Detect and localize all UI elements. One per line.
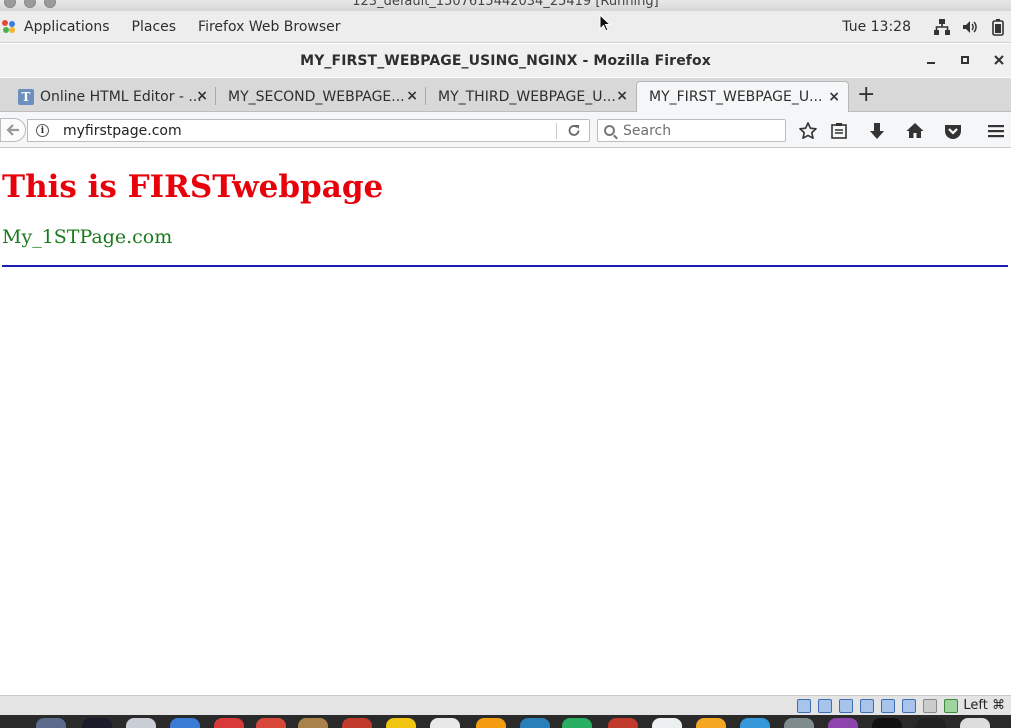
capture-icon[interactable] xyxy=(923,699,937,713)
tab-label: MY_SECOND_WEBPAGE... xyxy=(228,88,405,105)
tab-label: Online HTML Editor - ... xyxy=(40,88,202,105)
shared-folders-icon[interactable] xyxy=(902,699,916,713)
dock-app-icon[interactable] xyxy=(342,718,372,728)
site-info-icon[interactable]: i xyxy=(36,124,49,137)
reading-list-icon[interactable] xyxy=(829,121,849,141)
tab-close-icon[interactable]: × xyxy=(406,88,418,104)
url-text[interactable]: myfirstpage.com xyxy=(63,123,182,139)
new-tab-button[interactable]: + xyxy=(857,83,875,107)
tab-close-icon[interactable]: × xyxy=(616,88,628,104)
dock-app-icon[interactable] xyxy=(652,718,682,728)
search-icon xyxy=(604,125,615,136)
gnome-top-panel: Applications Places Firefox Web Browser … xyxy=(0,11,1011,43)
close-window-button[interactable] xyxy=(991,52,1007,68)
search-input[interactable] xyxy=(623,122,773,139)
host-window-title: 123_default_1507615442034_25419 [Running… xyxy=(352,0,659,9)
tab-close-icon[interactable]: × xyxy=(196,88,208,104)
mouse-cursor-icon xyxy=(599,14,611,32)
places-menu[interactable]: Places xyxy=(121,11,188,42)
host-key-label: Left ⌘ xyxy=(963,698,1005,713)
home-icon[interactable] xyxy=(905,121,925,141)
dock-app-icon[interactable] xyxy=(36,718,66,728)
dock-app-icon[interactable] xyxy=(872,718,902,728)
dock-app-icon[interactable] xyxy=(82,718,112,728)
url-bar[interactable]: i myfirstpage.com xyxy=(27,119,590,142)
dock-app-icon[interactable] xyxy=(476,718,506,728)
clock[interactable]: Tue 13:28 xyxy=(842,19,911,35)
hard-disk-icon[interactable] xyxy=(797,699,811,713)
vbox-device-icons xyxy=(797,699,965,713)
dock-app-icon[interactable] xyxy=(828,718,858,728)
audio-icon[interactable] xyxy=(839,699,853,713)
applications-label: Applications xyxy=(24,18,110,35)
dock-app-icon[interactable] xyxy=(170,718,200,728)
volume-icon[interactable] xyxy=(961,18,979,36)
tab-strip: T Online HTML Editor - ... × MY_SECOND_W… xyxy=(0,78,1011,112)
dock-app-icon[interactable] xyxy=(298,718,328,728)
tab-label: MY_THIRD_WEBPAGE_U... xyxy=(438,88,616,105)
bookmark-star-icon[interactable] xyxy=(798,121,818,141)
tab-favicon: T xyxy=(18,88,34,105)
tab-close-icon[interactable]: × xyxy=(828,89,840,105)
search-bar[interactable] xyxy=(597,119,786,142)
page-subheading: My_1STPage.com xyxy=(2,226,173,248)
firefox-titlebar: MY_FIRST_WEBPAGE_USING_NGINX - Mozilla F… xyxy=(0,44,1011,77)
downloads-icon[interactable] xyxy=(867,121,887,141)
dock-app-icon[interactable] xyxy=(740,718,770,728)
dock-app-icon[interactable] xyxy=(256,718,286,728)
navigation-toolbar: i myfirstpage.com xyxy=(0,112,1011,148)
vbox-status-bar: Left ⌘ xyxy=(0,695,1011,715)
dock-app-icon[interactable] xyxy=(520,718,550,728)
tab-second-webpage[interactable]: MY_SECOND_WEBPAGE... × xyxy=(216,81,426,112)
tab-third-webpage[interactable]: MY_THIRD_WEBPAGE_U... × xyxy=(426,81,636,112)
page-content: This is FIRSTwebpage My_1STPage.com xyxy=(0,149,1011,695)
minimize-button[interactable] xyxy=(923,52,939,68)
applications-icon xyxy=(2,19,16,34)
urlbar-divider xyxy=(556,123,557,139)
tab-label: MY_FIRST_WEBPAGE_U... xyxy=(649,89,823,105)
dock-app-icon[interactable] xyxy=(916,718,946,728)
applications-menu[interactable]: Applications xyxy=(0,11,121,42)
optical-drive-icon[interactable] xyxy=(818,699,832,713)
usb-icon[interactable] xyxy=(881,699,895,713)
network-icon[interactable] xyxy=(933,18,951,36)
window-title: MY_FIRST_WEBPAGE_USING_NGINX - Mozilla F… xyxy=(300,52,711,69)
back-arrow-icon xyxy=(6,124,19,136)
dock-app-icon[interactable] xyxy=(214,718,244,728)
pocket-icon[interactable] xyxy=(943,121,963,141)
mouse-integration-icon[interactable] xyxy=(944,699,958,713)
dock-app-icon[interactable] xyxy=(696,718,726,728)
hamburger-menu-icon[interactable] xyxy=(986,121,1006,141)
host-window-titlebar: 123_default_1507615442034_25419 [Running… xyxy=(0,0,1011,11)
dock-app-icon[interactable] xyxy=(784,718,814,728)
dock-app-icon[interactable] xyxy=(608,718,638,728)
back-button[interactable] xyxy=(0,118,26,142)
tab-online-html-editor[interactable]: T Online HTML Editor - ... × xyxy=(6,81,216,112)
dock-app-icon[interactable] xyxy=(430,718,460,728)
maximize-button[interactable] xyxy=(957,52,973,68)
network-adapter-icon[interactable] xyxy=(860,699,874,713)
dock-app-icon[interactable] xyxy=(562,718,592,728)
dock-app-icon[interactable] xyxy=(386,718,416,728)
active-app-menu[interactable]: Firefox Web Browser xyxy=(187,11,352,42)
tab-first-webpage-active[interactable]: MY_FIRST_WEBPAGE_U... × xyxy=(636,81,849,112)
horizontal-rule xyxy=(2,265,1008,267)
dock-app-icon[interactable] xyxy=(126,718,156,728)
host-dock xyxy=(0,715,1011,728)
reload-icon[interactable] xyxy=(566,121,582,143)
dock-app-icon[interactable] xyxy=(960,718,990,728)
battery-icon[interactable] xyxy=(989,18,1007,36)
page-heading: This is FIRSTwebpage xyxy=(2,169,384,205)
